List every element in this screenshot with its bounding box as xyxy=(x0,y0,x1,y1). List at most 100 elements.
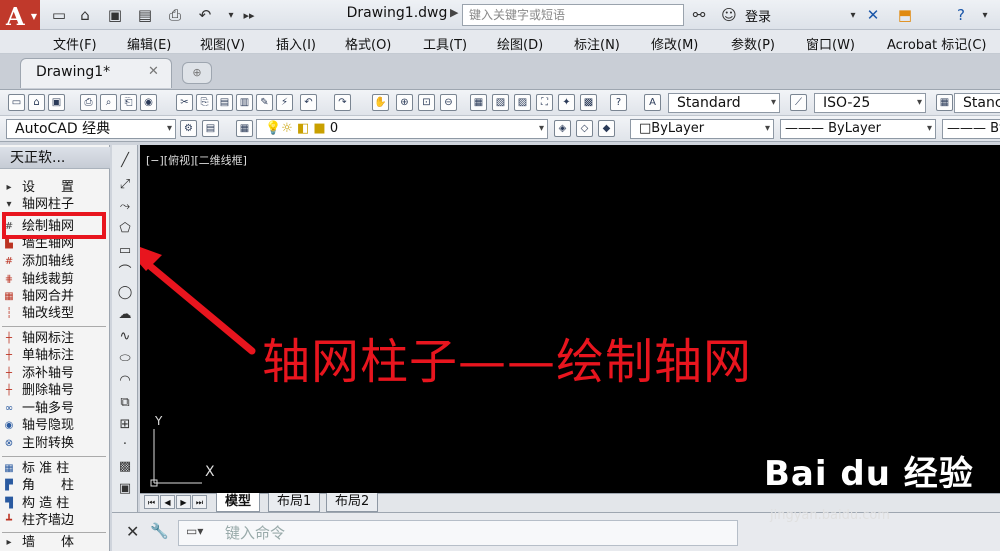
plot-icon[interactable]: ⎙ xyxy=(80,94,97,111)
palette-item-trim-axis[interactable]: ⋕ 轴线裁剪 xyxy=(0,271,110,289)
calculator-icon[interactable]: ▩ xyxy=(580,94,597,111)
redo-icon[interactable]: ↷ xyxy=(334,94,351,111)
cut-icon[interactable]: ✂ xyxy=(176,94,193,111)
print-icon[interactable]: ⎙ xyxy=(164,4,186,26)
layer-manager-icon[interactable]: ▤ xyxy=(202,120,219,137)
ellipse-icon[interactable]: ⬭ xyxy=(116,350,134,368)
close-icon[interactable]: ✕ xyxy=(126,522,139,541)
menu-parameters[interactable]: 参数(P) xyxy=(731,34,775,53)
exchange-icon[interactable]: ✕ xyxy=(862,4,884,26)
palette-title[interactable]: 天正软... xyxy=(0,147,110,169)
expand-icon[interactable]: ▸▸ xyxy=(238,4,260,26)
zoom-realtime-icon[interactable]: ⊕ xyxy=(396,94,413,111)
undo-icon[interactable]: ↶ xyxy=(194,4,216,26)
tab-model[interactable]: 模型 xyxy=(216,493,261,512)
markup-icon[interactable]: ✦ xyxy=(558,94,575,111)
app-store-icon[interactable]: ⬒ xyxy=(894,4,916,26)
zoom-previous-icon[interactable]: ⊖ xyxy=(440,94,457,111)
dim-style-icon[interactable]: ⟋ xyxy=(790,94,807,111)
command-input[interactable]: 键入命令 xyxy=(178,520,738,546)
make-block-icon[interactable]: ⊞ xyxy=(116,416,134,434)
revision-cloud-icon[interactable]: ☁ xyxy=(116,306,134,324)
palette-item-add-axis-number[interactable]: ┼ 添补轴号 xyxy=(0,365,110,383)
menu-modify[interactable]: 修改(M) xyxy=(651,34,698,53)
design-center-icon[interactable]: ▧ xyxy=(492,94,509,111)
block-editor-icon[interactable]: ⚡ xyxy=(276,94,293,111)
help-icon[interactable]: ? xyxy=(950,4,972,26)
insert-block-icon[interactable]: ⧉ xyxy=(116,394,134,412)
palette-item-single-axis-dimension[interactable]: ┼ 单轴标注 xyxy=(0,347,110,365)
arc-icon[interactable]: ⌒ xyxy=(116,264,134,282)
prev-tab-icon[interactable]: ◀ xyxy=(160,495,175,509)
user-icon[interactable]: ☺ xyxy=(718,4,740,26)
layer-previous-icon[interactable]: ◇ xyxy=(576,120,593,137)
save-icon[interactable]: ▣ xyxy=(48,94,65,111)
first-tab-icon[interactable]: ⏮ xyxy=(144,495,159,509)
palette-item-add-axis[interactable]: # 添加轴线 xyxy=(0,253,110,271)
tab-layout1[interactable]: 布局1 xyxy=(268,493,321,512)
menu-draw[interactable]: 绘图(D) xyxy=(497,34,543,53)
new-icon[interactable]: ▭ xyxy=(8,94,25,111)
palette-item-delete-axis-number[interactable]: ┼ 删除轴号 xyxy=(0,382,110,400)
palette-item-multi-axis-number[interactable]: ∞ 一轴多号 xyxy=(0,400,110,418)
workspace-settings-icon[interactable]: ⚙ xyxy=(180,120,197,137)
help-dropdown-icon[interactable]: ▾ xyxy=(974,4,996,26)
search-arrow-icon[interactable]: ▶ xyxy=(450,6,458,19)
rectangle-icon[interactable]: ▭ xyxy=(116,242,134,260)
dim-style-select[interactable]: ISO-25 ▾ xyxy=(814,93,926,113)
search-input[interactable]: 键入关键字或短语 xyxy=(462,4,684,26)
color-select[interactable]: □ByLayer ▾ xyxy=(630,119,774,139)
ellipse-arc-icon[interactable]: ◠ xyxy=(116,372,134,390)
plot-preview-icon[interactable]: ⌕ xyxy=(100,94,117,111)
publish-icon[interactable]: ⎗ xyxy=(120,94,137,111)
menu-edit[interactable]: 编辑(E) xyxy=(127,34,171,53)
palette-item-settings[interactable]: ▸ 设 置 xyxy=(0,179,110,197)
menu-insert[interactable]: 插入(I) xyxy=(276,34,316,53)
application-menu-button[interactable]: A ▼ xyxy=(0,0,40,31)
table-style-icon[interactable]: ▦ xyxy=(936,94,953,111)
palette-item-axis-column[interactable]: ▾ 轴网柱子 xyxy=(0,196,110,214)
new-file-icon[interactable]: ▭ xyxy=(48,4,70,26)
palette-item-axis-linetype[interactable]: ┆ 轴改线型 xyxy=(0,305,110,323)
hatch-icon[interactable]: ▩ xyxy=(116,458,134,476)
pan-icon[interactable]: ✋ xyxy=(372,94,389,111)
palette-item-standard-column[interactable]: ▦ 标 准 柱 xyxy=(0,460,110,478)
linetype-select[interactable]: ——— ByLayer ▾ xyxy=(780,119,936,139)
polyline-icon[interactable]: ⤳ xyxy=(116,198,134,216)
text-style-select[interactable]: Standard ▾ xyxy=(668,93,780,113)
menu-format[interactable]: 格式(O) xyxy=(345,34,391,53)
paste-icon[interactable]: ▤ xyxy=(216,94,233,111)
match-properties-icon[interactable]: ✎ xyxy=(256,94,273,111)
paste-special-icon[interactable]: ▥ xyxy=(236,94,253,111)
copy-icon[interactable]: ⎘ xyxy=(196,94,213,111)
menu-window[interactable]: 窗口(W) xyxy=(806,34,855,53)
open-folder-icon[interactable]: ⌂ xyxy=(74,4,96,26)
tool-palettes-icon[interactable]: ▨ xyxy=(514,94,531,111)
palette-item-axis-dimension[interactable]: ┼ 轴网标注 xyxy=(0,330,110,348)
save-icon[interactable]: ▣ xyxy=(104,4,126,26)
workspace-select[interactable]: AutoCAD 经典 ▾ xyxy=(6,119,176,139)
next-tab-icon[interactable]: ▶ xyxy=(176,495,191,509)
menu-file[interactable]: 文件(F) xyxy=(53,34,97,53)
spline-icon[interactable]: ∿ xyxy=(116,328,134,346)
line-icon[interactable]: ╱ xyxy=(116,152,134,170)
lineweight-select[interactable]: ——— By xyxy=(942,119,1000,139)
help-icon[interactable]: ? xyxy=(610,94,627,111)
new-tab-button[interactable]: ⊕ xyxy=(182,62,212,84)
login-dropdown-icon[interactable]: ▾ xyxy=(842,4,864,26)
tab-layout2[interactable]: 布局2 xyxy=(326,493,379,512)
text-style-icon[interactable]: A xyxy=(644,94,661,111)
palette-item-structural-column[interactable]: ▜ 构 造 柱 xyxy=(0,495,110,513)
layer-properties-icon[interactable]: ▦ xyxy=(236,120,253,137)
palette-item-merge-grid[interactable]: ▦ 轴网合并 xyxy=(0,288,110,306)
binoculars-icon[interactable]: ⚯ xyxy=(688,4,710,26)
undo-icon[interactable]: ↶ xyxy=(300,94,317,111)
layer-select[interactable]: 💡☼ ◧ ■ 0 ▾ xyxy=(256,119,548,139)
palette-item-corner-column[interactable]: ▛ 角 柱 xyxy=(0,477,110,495)
gradient-icon[interactable]: ▣ xyxy=(116,480,134,498)
sheet-set-icon[interactable]: ⛶ xyxy=(536,94,553,111)
menu-dimension[interactable]: 标注(N) xyxy=(574,34,620,53)
last-tab-icon[interactable]: ⏭ xyxy=(192,495,207,509)
open-icon[interactable]: ⌂ xyxy=(28,94,45,111)
wrench-icon[interactable]: 🔧 xyxy=(150,522,169,540)
